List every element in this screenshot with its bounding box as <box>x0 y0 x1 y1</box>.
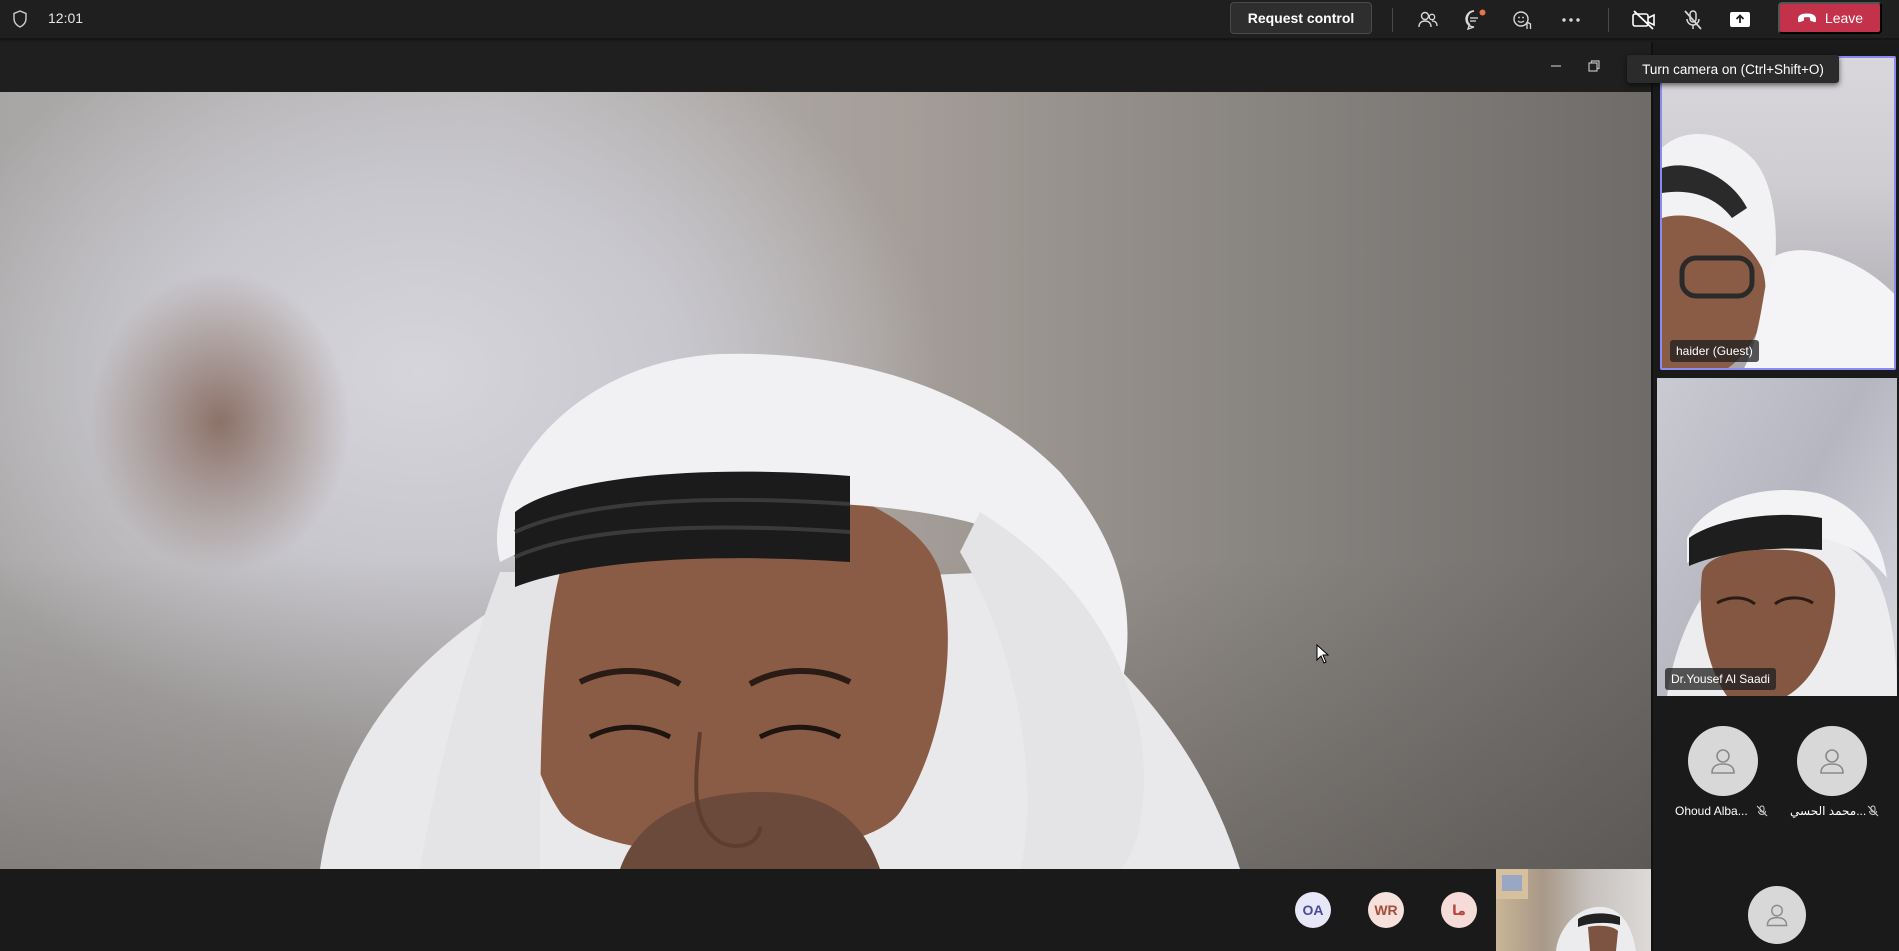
person-icon <box>1711 749 1735 774</box>
leave-label: Leave <box>1824 10 1864 26</box>
meeting-timer: 12:01 <box>48 10 84 26</box>
participant-avatar[interactable]: OA <box>1295 892 1331 928</box>
minimize-icon[interactable] <box>1548 58 1564 74</box>
participant-video <box>1662 134 1894 368</box>
mic-off-icon <box>1867 805 1879 817</box>
participant-avatar-ohoud[interactable] <box>1688 726 1758 796</box>
person-icon <box>1820 749 1844 774</box>
person-icon <box>1766 904 1788 927</box>
participant-name: Ohoud Alba... <box>1675 804 1748 818</box>
participant-avatar-more[interactable] <box>1748 886 1806 944</box>
participant-name: Dr.Yousef Al Saadi <box>1665 668 1776 690</box>
meeting-toolbar: 12:01 Request control Leave <box>0 0 1899 40</box>
participant-name: haider (Guest) <box>1670 340 1759 362</box>
participant-avatar-mohammed[interactable] <box>1797 726 1867 796</box>
toolbar-divider <box>1392 8 1393 32</box>
avatar-initials: WR <box>1374 902 1398 918</box>
participant-tile-yousef[interactable]: Dr.Yousef Al Saadi <box>1657 378 1897 696</box>
mouse-cursor <box>1316 644 1330 664</box>
restore-window-icon[interactable] <box>1586 58 1602 74</box>
mic-off-icon <box>1756 805 1768 817</box>
camera-off-icon[interactable] <box>1631 7 1657 33</box>
reactions-icon[interactable] <box>1510 7 1536 33</box>
request-control-button[interactable]: Request control <box>1230 2 1372 34</box>
camera-tooltip: Turn camera on (Ctrl+Shift+O) <box>1627 55 1839 83</box>
stage-header <box>0 42 1651 92</box>
phone-hangup-icon <box>1797 13 1816 23</box>
toolbar-divider <box>1608 8 1609 32</box>
participant-name: محمد الحسي... <box>1790 804 1867 818</box>
speaker-video <box>320 353 1240 869</box>
participant-video <box>1667 490 1897 696</box>
avatar-initials: ما <box>1452 901 1466 918</box>
avatar-initials: OA <box>1302 902 1324 918</box>
participant-avatar[interactable]: WR <box>1368 892 1404 928</box>
mic-off-icon[interactable] <box>1680 7 1706 33</box>
leave-button[interactable]: Leave <box>1778 2 1882 34</box>
more-options-icon[interactable] <box>1558 7 1584 33</box>
chat-icon[interactable] <box>1462 7 1488 33</box>
participant-avatar[interactable]: ما <box>1441 892 1477 928</box>
participant-tile-haider[interactable]: haider (Guest) <box>1660 56 1896 370</box>
self-view-video[interactable] <box>1496 869 1651 951</box>
main-video-stage[interactable] <box>0 92 1651 869</box>
shield-icon <box>13 10 27 28</box>
people-icon[interactable] <box>1415 7 1441 33</box>
share-screen-icon[interactable] <box>1727 7 1753 33</box>
